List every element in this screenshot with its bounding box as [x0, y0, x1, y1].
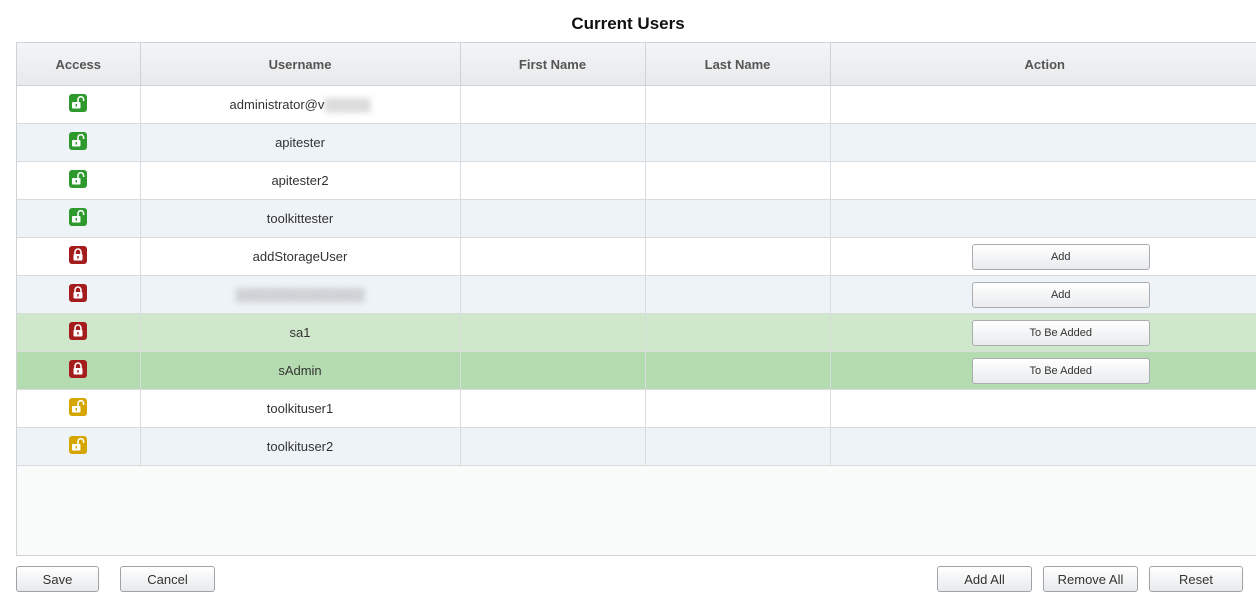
- redacted-text: ▒▒▒▒▒▒▒▒▒▒▒▒▒▒: [235, 287, 365, 302]
- action-cell: Add: [830, 275, 1256, 314]
- username-cell: sAdmin: [140, 351, 461, 390]
- remove-all-button[interactable]: Remove All: [1043, 566, 1138, 592]
- username-cell: apitester: [140, 123, 461, 162]
- column-header-username[interactable]: Username: [140, 43, 461, 86]
- access-cell: [17, 313, 141, 352]
- locked-icon[interactable]: [69, 245, 88, 264]
- column-header-last-name[interactable]: Last Name: [645, 43, 831, 86]
- unlocked-icon[interactable]: [69, 169, 88, 188]
- first-name-cell: [460, 123, 646, 162]
- username-cell: sa1: [140, 313, 461, 352]
- table-row[interactable]: administrator@v▒▒▒▒▒: [17, 85, 1256, 124]
- username-cell: apitester2: [140, 161, 461, 200]
- first-name-cell: [460, 427, 646, 466]
- username-text: toolkituser2: [266, 439, 334, 454]
- save-button[interactable]: Save: [16, 566, 99, 592]
- first-name-cell: [460, 161, 646, 200]
- last-name-cell: [645, 313, 831, 352]
- username-text: apitester: [275, 135, 325, 150]
- column-header-action[interactable]: Action: [830, 43, 1256, 86]
- first-name-cell: [460, 389, 646, 428]
- table-row[interactable]: sAdmin To Be Added: [17, 351, 1256, 390]
- unlocked-icon[interactable]: [69, 435, 88, 454]
- first-name-cell: [460, 85, 646, 124]
- cancel-button[interactable]: Cancel: [120, 566, 215, 592]
- unlocked-icon[interactable]: [69, 207, 88, 226]
- locked-icon[interactable]: [69, 321, 88, 340]
- access-cell: [17, 123, 141, 162]
- username-text: sa1: [289, 325, 311, 340]
- users-grid: Access Username First Name Last Name Act…: [16, 42, 1256, 556]
- action-cell: [830, 389, 1256, 428]
- add-user-button[interactable]: Add: [971, 281, 1150, 308]
- username-cell: addStorageUser: [140, 237, 461, 276]
- table-row[interactable]: apitester: [17, 123, 1256, 162]
- add-all-button[interactable]: Add All: [937, 566, 1032, 592]
- table-header: Access Username First Name Last Name Act…: [17, 43, 1256, 86]
- access-cell: [17, 199, 141, 238]
- access-cell: [17, 161, 141, 200]
- action-cell: [830, 199, 1256, 238]
- table-row[interactable]: ▒▒▒▒▒▒▒▒▒▒▒▒▒▒ Add: [17, 275, 1256, 314]
- unlocked-icon[interactable]: [69, 131, 88, 150]
- first-name-cell: [460, 275, 646, 314]
- access-cell: [17, 351, 141, 390]
- username-cell: toolkittester: [140, 199, 461, 238]
- locked-icon[interactable]: [69, 359, 88, 378]
- username-text: sAdmin: [278, 363, 322, 378]
- last-name-cell: [645, 389, 831, 428]
- action-cell: [830, 85, 1256, 124]
- last-name-cell: [645, 237, 831, 276]
- first-name-cell: [460, 351, 646, 390]
- last-name-cell: [645, 275, 831, 314]
- username-text: toolkittester: [266, 211, 334, 226]
- first-name-cell: [460, 313, 646, 352]
- username-text: addStorageUser: [252, 249, 348, 264]
- first-name-cell: [460, 237, 646, 276]
- action-cell: [830, 427, 1256, 466]
- username-cell: toolkituser1: [140, 389, 461, 428]
- username-cell: toolkituser2: [140, 427, 461, 466]
- action-cell: [830, 123, 1256, 162]
- column-header-access[interactable]: Access: [17, 43, 141, 86]
- add-user-button[interactable]: Add: [971, 243, 1150, 270]
- table-row[interactable]: apitester2: [17, 161, 1256, 200]
- to-be-added-button[interactable]: To Be Added: [971, 319, 1150, 346]
- access-cell: [17, 85, 141, 124]
- last-name-cell: [645, 351, 831, 390]
- to-be-added-button[interactable]: To Be Added: [971, 357, 1150, 384]
- action-cell: [830, 161, 1256, 200]
- username-text: toolkituser1: [266, 401, 334, 416]
- column-header-first-name[interactable]: First Name: [460, 43, 646, 86]
- last-name-cell: [645, 85, 831, 124]
- username-text: administrator@v: [229, 97, 325, 112]
- unlocked-icon[interactable]: [69, 93, 88, 112]
- page-title: Current Users: [571, 14, 685, 33]
- username-cell: administrator@v▒▒▒▒▒: [140, 85, 461, 124]
- last-name-cell: [645, 161, 831, 200]
- table-row[interactable]: toolkituser2: [17, 427, 1256, 466]
- username-text: apitester2: [271, 173, 329, 188]
- access-cell: [17, 237, 141, 276]
- last-name-cell: [645, 199, 831, 238]
- last-name-cell: [645, 427, 831, 466]
- redacted-text: ▒▒▒▒▒: [324, 97, 371, 112]
- access-cell: [17, 427, 141, 466]
- action-cell: Add: [830, 237, 1256, 276]
- action-cell: To Be Added: [830, 351, 1256, 390]
- access-cell: [17, 389, 141, 428]
- first-name-cell: [460, 199, 646, 238]
- access-cell: [17, 275, 141, 314]
- unlocked-icon[interactable]: [69, 397, 88, 416]
- table-row[interactable]: sa1 To Be Added: [17, 313, 1256, 352]
- table-row[interactable]: addStorageUser Add: [17, 237, 1256, 276]
- locked-icon[interactable]: [69, 283, 88, 302]
- table-row[interactable]: toolkittester: [17, 199, 1256, 238]
- reset-button[interactable]: Reset: [1149, 566, 1243, 592]
- action-cell: To Be Added: [830, 313, 1256, 352]
- last-name-cell: [645, 123, 831, 162]
- username-cell: ▒▒▒▒▒▒▒▒▒▒▒▒▒▒: [140, 275, 461, 314]
- table-row[interactable]: toolkituser1: [17, 389, 1256, 428]
- users-table: Access Username First Name Last Name Act…: [17, 43, 1256, 466]
